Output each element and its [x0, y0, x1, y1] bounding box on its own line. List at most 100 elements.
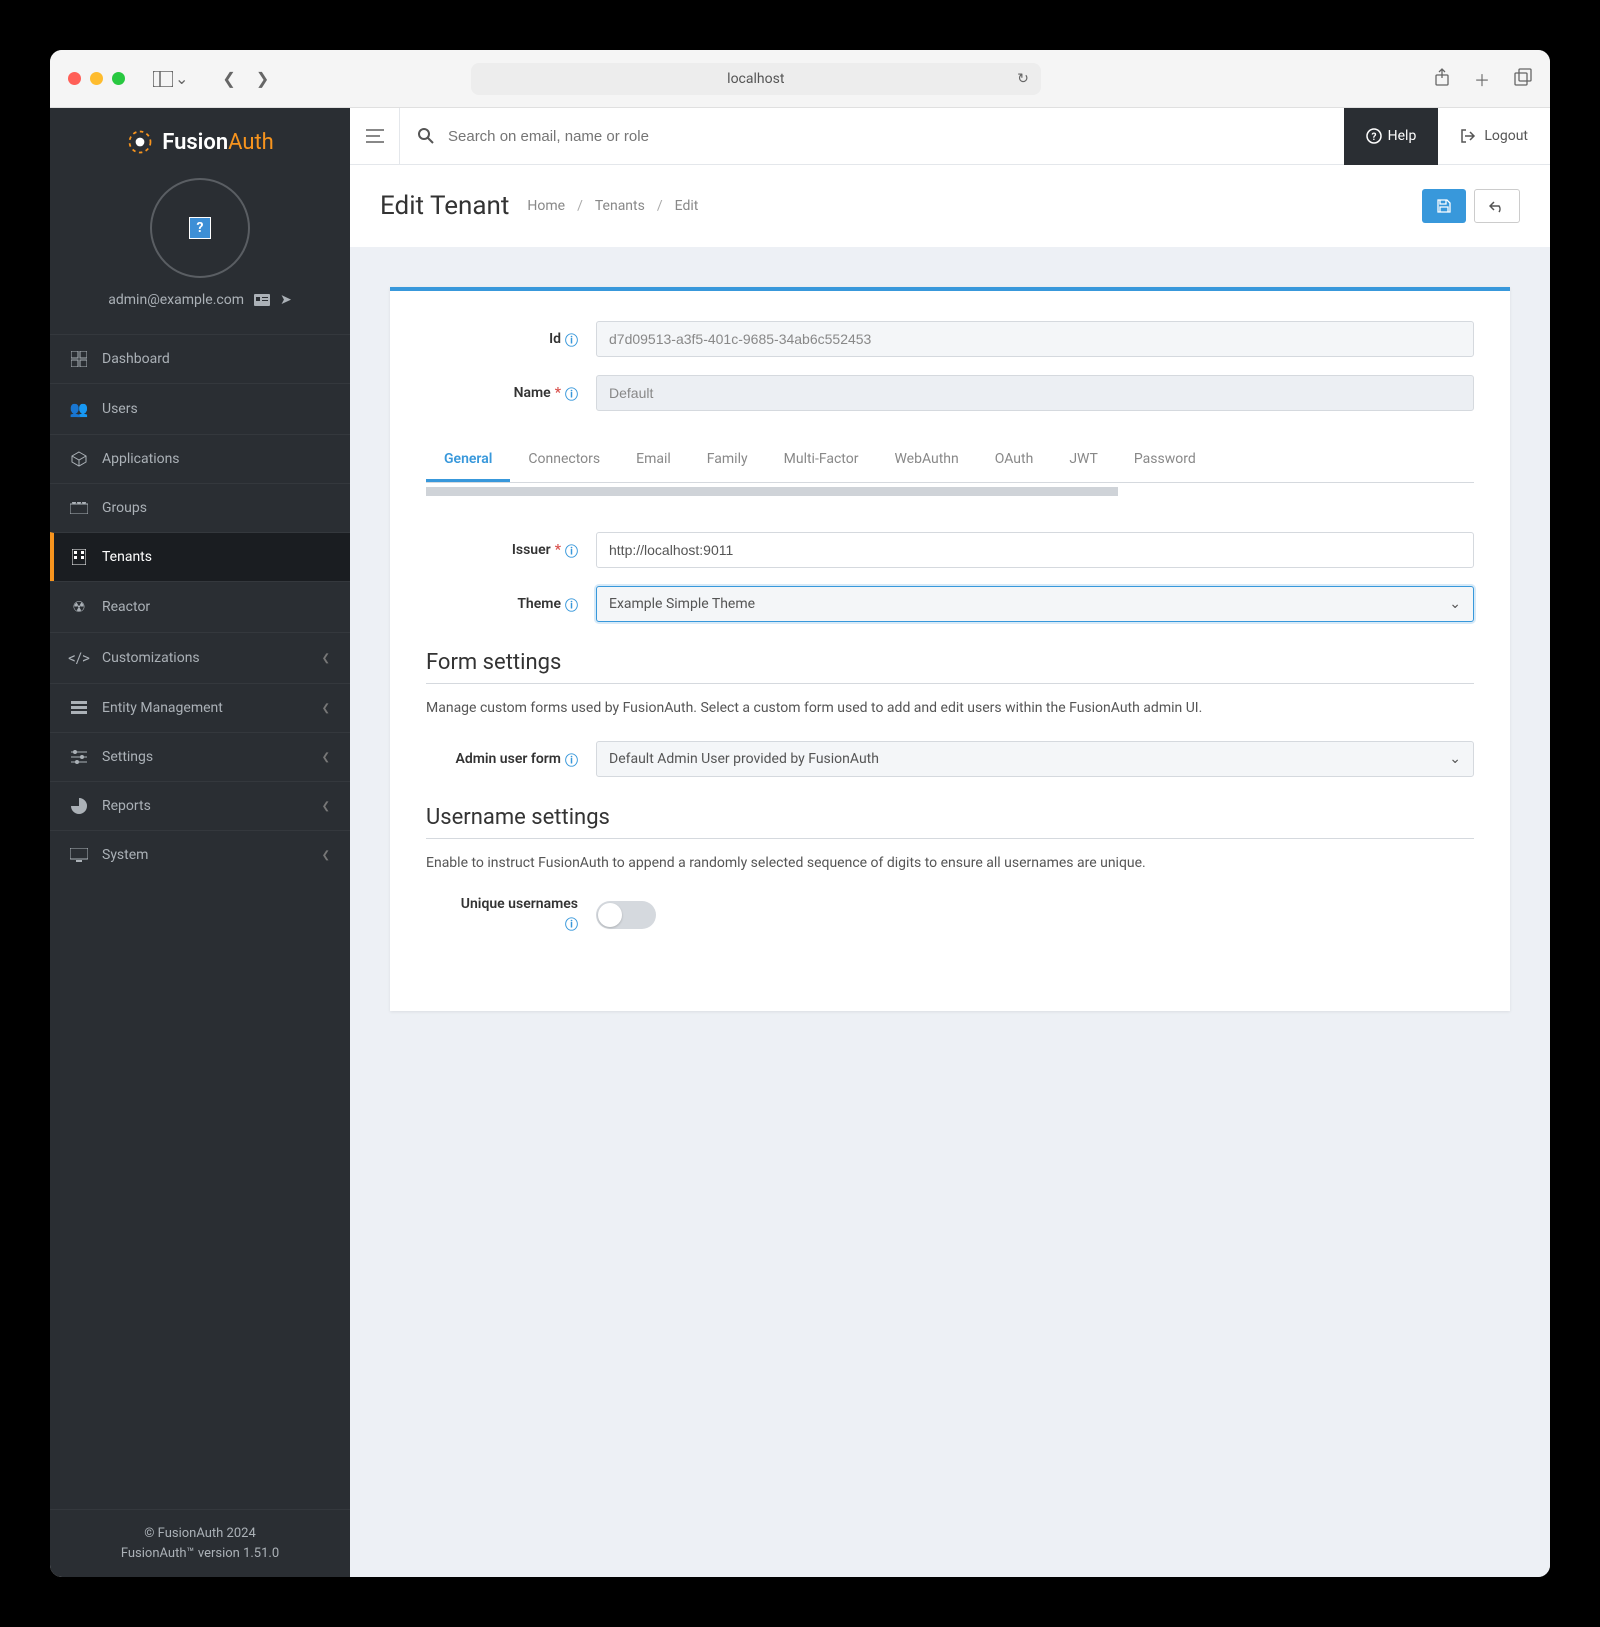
sidebar-item-customizations[interactable]: </> Customizations ❮	[50, 632, 350, 683]
brand-logo: FusionAuth	[50, 108, 350, 168]
sidebar: FusionAuth ? admin@example.com ➤	[50, 108, 350, 1577]
sidebar-item-groups[interactable]: Groups	[50, 483, 350, 532]
svg-text:?: ?	[1371, 132, 1376, 143]
edit-tenant-panel: Id ⓘ Name* ⓘ G	[390, 287, 1510, 1011]
sidebar-toggle-icon[interactable]: ⌄	[153, 69, 188, 88]
nav-label: System	[102, 847, 308, 863]
address-bar[interactable]: localhost ↻	[471, 63, 1041, 95]
tab-scroll-indicator[interactable]	[426, 487, 1118, 496]
refresh-icon[interactable]: ↻	[1017, 71, 1029, 87]
sidebar-item-applications[interactable]: Applications	[50, 434, 350, 483]
tab-family[interactable]: Family	[689, 439, 766, 482]
theme-value: Example Simple Theme	[609, 596, 755, 612]
share-icon[interactable]	[1434, 67, 1450, 91]
sidebar-item-users[interactable]: 👥 Users	[50, 383, 350, 434]
form-settings-description: Manage custom forms used by FusionAuth. …	[426, 698, 1474, 719]
sliders-icon	[70, 750, 88, 764]
issuer-field[interactable]	[596, 532, 1474, 568]
chevron-left-icon: ❮	[322, 801, 330, 812]
tab-webauthn[interactable]: WebAuthn	[876, 439, 976, 482]
main-content: ? Help Logout Edit Tenant Home / Tenants…	[350, 108, 1550, 1577]
location-arrow-icon[interactable]: ➤	[280, 292, 292, 308]
breadcrumb-home[interactable]: Home	[527, 198, 565, 214]
tab-email[interactable]: Email	[618, 439, 689, 482]
topbar: ? Help Logout	[350, 108, 1550, 165]
save-button[interactable]	[1422, 189, 1466, 223]
new-tab-icon[interactable]: ＋	[1474, 67, 1490, 91]
info-icon[interactable]: ⓘ	[565, 330, 578, 349]
tab-password[interactable]: Password	[1116, 439, 1214, 482]
info-icon[interactable]: ⓘ	[565, 914, 578, 933]
users-icon: 👥	[70, 400, 88, 418]
nav-label: Reports	[102, 798, 308, 814]
tab-oauth[interactable]: OAuth	[977, 439, 1052, 482]
admin-user-form-select[interactable]: Default Admin User provided by FusionAut…	[596, 741, 1474, 777]
sidebar-item-tenants[interactable]: Tenants	[50, 532, 350, 581]
breadcrumb-tenants[interactable]: Tenants	[595, 198, 645, 214]
tab-multi-factor[interactable]: Multi-Factor	[766, 439, 877, 482]
brand-name: FusionAuth	[162, 130, 274, 155]
window-zoom-icon[interactable]	[112, 72, 125, 85]
logout-icon	[1460, 128, 1476, 144]
avatar: ?	[150, 178, 250, 278]
sidebar-item-settings[interactable]: Settings ❮	[50, 732, 350, 781]
username-settings-title: Username settings	[426, 805, 1474, 839]
chevron-left-icon: ❮	[322, 752, 330, 763]
browser-forward-icon[interactable]: ❯	[256, 69, 269, 88]
tab-jwt[interactable]: JWT	[1051, 439, 1116, 482]
required-marker: *	[555, 385, 561, 401]
chevron-left-icon: ❮	[322, 703, 330, 714]
browser-back-icon[interactable]: ❮	[222, 69, 235, 88]
search-icon	[418, 128, 434, 144]
chevron-left-icon: ❮	[322, 653, 330, 664]
tabs: General Connectors Email Family Multi-Fa…	[426, 439, 1474, 483]
toggle-knob	[598, 903, 622, 927]
info-icon[interactable]: ⓘ	[565, 541, 578, 560]
tab-general[interactable]: General	[426, 439, 510, 482]
logo-icon	[126, 128, 154, 156]
id-label: Id	[549, 331, 561, 347]
menu-toggle-icon[interactable]	[350, 108, 400, 164]
help-icon: ?	[1366, 128, 1382, 144]
tab-connectors[interactable]: Connectors	[510, 439, 618, 482]
undo-icon	[1489, 198, 1505, 214]
window-minimize-icon[interactable]	[90, 72, 103, 85]
name-label: Name	[514, 385, 551, 401]
window-close-icon[interactable]	[68, 72, 81, 85]
copyright: © FusionAuth 2024	[64, 1524, 336, 1544]
id-field	[596, 321, 1474, 357]
version: FusionAuth™ version 1.51.0	[64, 1544, 336, 1564]
username-settings-description: Enable to instruct FusionAuth to append …	[426, 853, 1474, 874]
admin-user-form-value: Default Admin User provided by FusionAut…	[609, 751, 879, 767]
sidebar-item-reactor[interactable]: ☢ Reactor	[50, 581, 350, 632]
sidebar-item-dashboard[interactable]: Dashboard	[50, 334, 350, 383]
page-title: Edit Tenant	[380, 191, 509, 221]
code-icon: </>	[70, 649, 88, 667]
database-icon	[70, 701, 88, 715]
id-card-icon[interactable]	[254, 292, 270, 308]
tabs-icon[interactable]	[1514, 67, 1532, 91]
nav-label: Users	[102, 401, 330, 417]
nav-label: Tenants	[102, 549, 330, 565]
theme-select[interactable]: Example Simple Theme ⌄	[596, 586, 1474, 622]
browser-titlebar: ⌄ ❮ ❯ localhost ↻ ＋	[50, 50, 1550, 108]
nav-label: Reactor	[102, 599, 330, 615]
breadcrumb-separator: /	[577, 198, 583, 214]
sidebar-item-entity-management[interactable]: Entity Management ❮	[50, 683, 350, 732]
sidebar-item-system[interactable]: System ❮	[50, 830, 350, 879]
name-field[interactable]	[596, 375, 1474, 411]
logout-button[interactable]: Logout	[1438, 108, 1550, 165]
back-button[interactable]	[1474, 189, 1520, 223]
breadcrumb-separator: /	[657, 198, 663, 214]
info-icon[interactable]: ⓘ	[565, 750, 578, 769]
search-input[interactable]	[448, 128, 1326, 145]
help-button[interactable]: ? Help	[1344, 108, 1439, 165]
info-icon[interactable]: ⓘ	[565, 595, 578, 614]
traffic-lights	[68, 72, 125, 85]
nav-label: Applications	[102, 451, 330, 467]
nav-label: Settings	[102, 749, 308, 765]
reactor-icon: ☢	[70, 598, 88, 616]
info-icon[interactable]: ⓘ	[565, 384, 578, 403]
unique-usernames-toggle[interactable]	[596, 901, 656, 929]
sidebar-item-reports[interactable]: Reports ❮	[50, 781, 350, 830]
